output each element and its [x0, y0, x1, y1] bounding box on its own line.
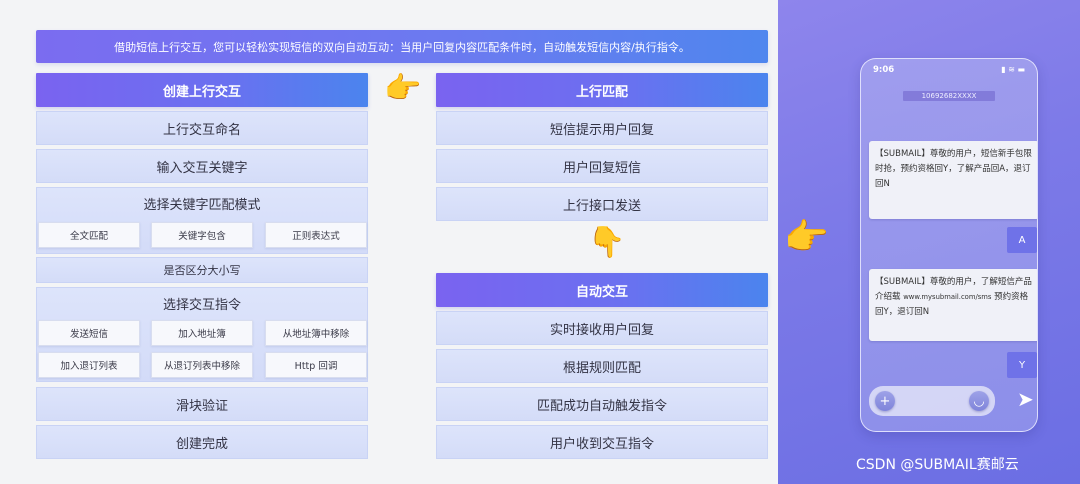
- phone-status-icons: ▮ ≋ ▬: [1001, 65, 1025, 74]
- hand-pointing-phone-icon: 👉: [784, 217, 829, 258]
- phone-mockup: 9:06 ▮ ≋ ▬ 10692682XXXX 【SUBMAIL】尊敬的用户，短…: [860, 58, 1038, 432]
- chip-add-addressbook: 加入地址簿: [151, 320, 253, 346]
- intro-banner: 借助短信上行交互，您可以轻松实现短信的双向自动互动：当用户回复内容匹配条件时，自…: [36, 30, 768, 63]
- step-user-reply: 用户回复短信: [436, 149, 768, 183]
- chip-remove-addressbook: 从地址簿中移除: [265, 320, 367, 346]
- chip-add-unsubscribe: 加入退订列表: [38, 352, 140, 378]
- step-create-done: 创建完成: [36, 425, 368, 459]
- incoming-message-2: 【SUBMAIL】尊敬的用户，了解短信产品介绍载 www.mysubmail.c…: [869, 269, 1037, 341]
- watermark: CSDN @SUBMAIL赛邮云: [856, 457, 1019, 473]
- chip-full-match: 全文匹配: [38, 222, 140, 248]
- match-mode-title: 选择关键字匹配模式: [143, 198, 261, 213]
- phone-time: 9:06: [873, 65, 895, 75]
- create-interaction-header: 创建上行交互: [36, 73, 368, 107]
- message-2-url: www.mysubmail.com/sms: [903, 293, 992, 301]
- message-input-bar[interactable]: + ◡: [869, 386, 995, 416]
- incoming-message-1: 【SUBMAIL】尊敬的用户，短信新手包限时抢，预约资格回Y，了解产品回A，退订…: [869, 141, 1037, 219]
- reply-bubble-a: A: [1007, 227, 1037, 253]
- step-slider-verify: 滑块验证: [36, 387, 368, 421]
- step-user-receives: 用户收到交互指令: [436, 425, 768, 459]
- step-trigger-command: 匹配成功自动触发指令: [436, 387, 768, 421]
- reply-bubble-y: Y: [1007, 352, 1037, 378]
- step-rule-match: 根据规则匹配: [436, 349, 768, 383]
- step-sms-prompt: 短信提示用户回复: [436, 111, 768, 145]
- step-name-interaction: 上行交互命名: [36, 111, 368, 145]
- chip-http-callback: Http 回调: [265, 352, 367, 378]
- match-mode-panel: 选择关键字匹配模式 全文匹配 关键字包含 正则表达式: [36, 187, 368, 254]
- command-title: 选择交互指令: [162, 298, 241, 313]
- chip-send-sms: 发送短信: [38, 320, 140, 346]
- hand-pointing-right-icon: 👉: [384, 71, 422, 106]
- step-input-keyword: 输入交互关键字: [36, 149, 368, 183]
- command-panel: 选择交互指令 发送短信 加入地址簿 从地址簿中移除 加入退订列表 从退订列表中移…: [36, 287, 368, 382]
- step-case-sensitive: 是否区分大小写: [36, 257, 368, 283]
- auto-interaction-header: 自动交互: [436, 273, 768, 307]
- hand-pointing-down-icon: 👇: [588, 225, 626, 260]
- sender-number: 10692682XXXX: [903, 91, 995, 101]
- step-uplink-api: 上行接口发送: [436, 187, 768, 221]
- step-realtime-receive: 实时接收用户回复: [436, 311, 768, 345]
- chip-keyword-contains: 关键字包含: [151, 222, 253, 248]
- plus-icon[interactable]: +: [875, 391, 895, 411]
- uplink-match-header: 上行匹配: [436, 73, 768, 107]
- send-icon[interactable]: ➤: [1017, 387, 1034, 411]
- chip-remove-unsubscribe: 从退订列表中移除: [151, 352, 253, 378]
- chip-regex: 正则表达式: [265, 222, 367, 248]
- microphone-icon[interactable]: ◡: [969, 391, 989, 411]
